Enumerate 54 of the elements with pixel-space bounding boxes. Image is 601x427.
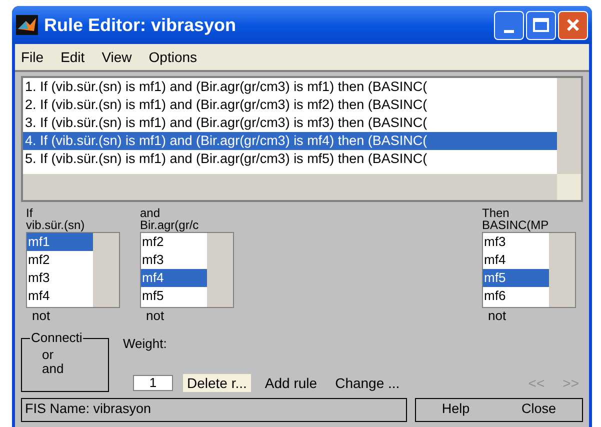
connection-option[interactable]: and xyxy=(40,362,108,376)
maximize-button[interactable] xyxy=(526,10,556,40)
not-checkbox-label[interactable]: not xyxy=(140,308,234,324)
list-item[interactable]: mf5 xyxy=(141,287,207,305)
menu-item[interactable]: File xyxy=(21,46,44,68)
variable-heading: If xyxy=(26,208,34,219)
window-title: Rule Editor: vibrasyon xyxy=(44,14,236,37)
variable-name: vib.sür.(sn) xyxy=(26,219,86,232)
list-item[interactable]: mf4 xyxy=(141,269,207,287)
list-item[interactable]: mf4 xyxy=(483,251,549,269)
variable-heading: Then xyxy=(482,208,510,219)
not-checkbox-label[interactable]: not xyxy=(482,308,576,324)
fis-name-text: FIS Name: vibrasyon xyxy=(25,400,152,418)
status-button[interactable]: Help xyxy=(442,399,470,420)
variable-name: BASINC(MP xyxy=(482,219,550,232)
app-logo-icon xyxy=(16,15,38,35)
scrollbar[interactable] xyxy=(93,233,119,307)
action-button[interactable]: Delete r... xyxy=(183,374,251,392)
action-button[interactable]: Add rule xyxy=(260,374,322,392)
list-item[interactable]: mf5 xyxy=(483,269,549,287)
scrollbar[interactable] xyxy=(557,174,581,200)
scrollbar[interactable] xyxy=(549,233,575,307)
rule-list[interactable] xyxy=(21,76,583,202)
list-item[interactable]: mf2 xyxy=(141,233,207,251)
list-item[interactable]: mf2 xyxy=(27,251,93,269)
group-title: Connecti xyxy=(30,330,84,344)
minimize-button[interactable] xyxy=(494,10,524,40)
menu-item[interactable]: Options xyxy=(148,46,198,68)
list-item[interactable]: mf3 xyxy=(483,233,549,251)
menu-item[interactable]: View xyxy=(102,46,132,68)
close-button[interactable] xyxy=(558,10,588,40)
weight-label: Weight: xyxy=(123,335,168,353)
not-checkbox-label[interactable]: not xyxy=(26,308,120,324)
rule-item[interactable]: 4. If (vib.sür.(sn) is mf1) and (Bir.agr(gr/cm3) is mf4) then (BASINC( xyxy=(23,132,557,150)
weight-field[interactable]: 1 xyxy=(133,374,173,390)
close-icon xyxy=(566,18,580,32)
rule-item[interactable]: 1. If (vib.sür.(sn) is mf1) and (Bir.agr(gr/cm3) is mf1) then (BASINC( xyxy=(23,78,557,96)
rule-item[interactable]: 2. If (vib.sür.(sn) is mf1) and (Bir.agr(gr/cm3) is mf2) then (BASINC( xyxy=(23,96,557,114)
scrollbar[interactable] xyxy=(207,233,233,307)
status-button[interactable]: Close xyxy=(522,399,556,420)
menu-item[interactable]: Edit xyxy=(60,46,85,68)
rule-item[interactable]: 3. If (vib.sür.(sn) is mf1) and (Bir.agr(gr/cm3) is mf3) then (BASINC( xyxy=(23,114,557,132)
rule-item[interactable]: 5. If (vib.sür.(sn) is mf1) and (Bir.agr(gr/cm3) is mf5) then (BASINC( xyxy=(23,150,557,168)
list-item[interactable]: mf1 xyxy=(27,233,93,251)
list-item[interactable]: mf4 xyxy=(27,287,93,305)
connection-option[interactable]: or xyxy=(40,348,108,362)
maximize-icon xyxy=(533,18,549,32)
minimize-icon xyxy=(504,30,514,32)
list-item[interactable]: mf3 xyxy=(27,269,93,287)
list-item[interactable]: mf3 xyxy=(141,251,207,269)
variable-name: Bir.agr(gr/c xyxy=(140,219,200,232)
variable-heading: and xyxy=(140,208,162,219)
action-button[interactable]: Change ... xyxy=(331,374,404,392)
list-item[interactable]: mf6 xyxy=(483,287,549,305)
